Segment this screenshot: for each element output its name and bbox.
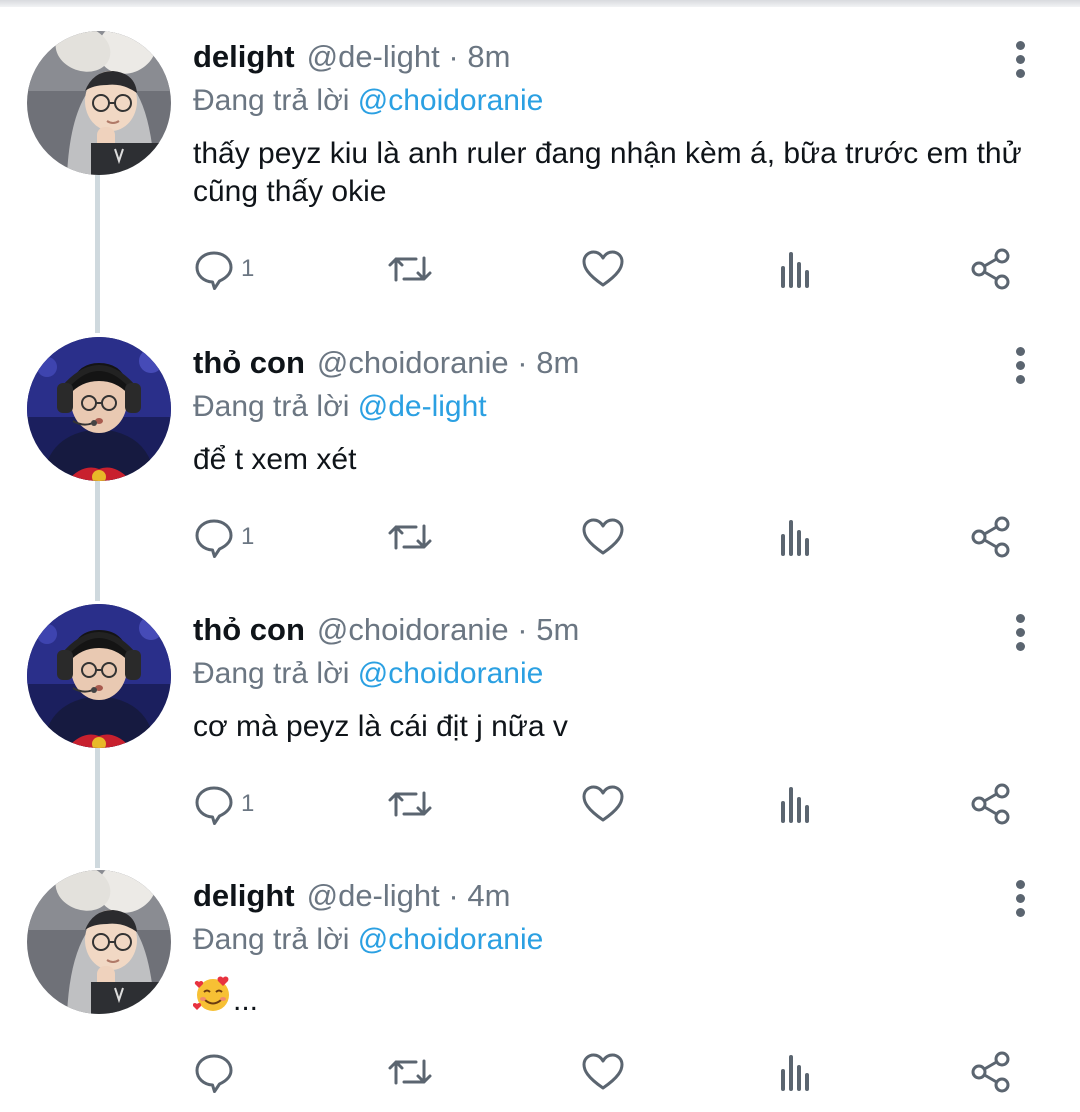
share-button[interactable] (969, 515, 1013, 559)
avatar[interactable] (27, 870, 171, 1014)
more-vertical-icon[interactable] (1010, 347, 1034, 384)
replying-handle[interactable]: @choidoranie (358, 657, 544, 690)
display-name[interactable]: thỏ con (193, 612, 305, 647)
like-button[interactable] (581, 1050, 625, 1094)
tweet-header: delight @de-light · 4m (193, 876, 510, 916)
retweet-icon (388, 524, 432, 550)
avatar-delight-image (27, 870, 171, 1014)
reply-count: 1 (241, 523, 255, 550)
reply-button[interactable]: 1 (193, 247, 254, 291)
analytics-button[interactable] (777, 247, 817, 291)
share-button[interactable] (969, 247, 1013, 291)
like-button[interactable] (581, 515, 625, 559)
display-name[interactable]: delight (193, 878, 295, 913)
tweet-time[interactable]: 4m (467, 878, 510, 913)
share-button[interactable] (969, 1050, 1013, 1094)
tweet-header: thỏ con @choidoranie · 8m (193, 343, 579, 383)
analytics-icon (781, 520, 809, 556)
heart-icon (582, 1053, 624, 1090)
reply-icon (195, 1054, 233, 1093)
share-icon (971, 516, 1010, 558)
retweet-button[interactable] (385, 515, 435, 559)
share-icon (971, 1051, 1010, 1093)
tweet-actions: 1 (0, 515, 1080, 559)
retweet-icon (388, 256, 432, 282)
tweet-time[interactable]: 8m (536, 345, 579, 380)
tweet-meta: @de-light · 8m (306, 39, 511, 74)
reply-button[interactable]: 1 (193, 782, 254, 826)
replying-label: Đang trả lời (193, 84, 350, 117)
tweet-actions: 1 (0, 782, 1080, 826)
tweet-text: thấy peyz kiu là anh ruler đang nhận kèm… (193, 137, 1022, 208)
retweet-button[interactable] (385, 247, 435, 291)
avatar-thocon-image (27, 337, 171, 481)
reply-icon (195, 519, 233, 558)
replying-to: Đang trả lời @de-light (193, 387, 487, 427)
heart-icon (582, 785, 624, 822)
reply-icon (195, 251, 233, 290)
user-handle[interactable]: @choidoranie (317, 345, 509, 380)
tweet-time[interactable]: 8m (467, 39, 510, 74)
display-name[interactable]: thỏ con (193, 345, 305, 380)
reply-button[interactable]: 1 (193, 515, 254, 559)
avatar[interactable] (27, 31, 171, 175)
tweet-meta: @choidoranie · 8m (316, 345, 580, 380)
avatar[interactable] (27, 337, 171, 481)
tweet-actions: 1 (0, 247, 1080, 291)
replying-to: Đang trả lời @choidoranie (193, 920, 543, 960)
tweet-header: delight @de-light · 8m (193, 37, 510, 77)
tweet-text: ... (192, 974, 1043, 1024)
retweet-button[interactable] (385, 1050, 435, 1094)
replying-label: Đang trả lời (193, 390, 350, 423)
heart-icon (582, 518, 624, 555)
tweet-meta: @choidoranie · 5m (316, 612, 580, 647)
share-button[interactable] (969, 782, 1013, 826)
user-handle[interactable]: @choidoranie (317, 612, 509, 647)
share-icon (971, 248, 1010, 290)
reply-count: 1 (241, 255, 255, 282)
analytics-icon (781, 787, 809, 823)
analytics-button[interactable] (777, 782, 817, 826)
avatar[interactable] (27, 604, 171, 748)
smiling-face-with-hearts-icon (192, 974, 233, 1024)
tweet-actions (0, 1050, 1080, 1094)
tweet-header: thỏ con @choidoranie · 5m (193, 610, 579, 650)
retweet-icon (388, 1059, 432, 1085)
analytics-icon (781, 1055, 809, 1091)
replying-handle[interactable]: @de-light (358, 390, 487, 423)
avatar-delight-image (27, 31, 171, 175)
analytics-button[interactable] (777, 515, 817, 559)
replying-label: Đang trả lời (193, 657, 350, 690)
top-divider (0, 0, 1080, 7)
more-vertical-icon[interactable] (1010, 880, 1034, 917)
analytics-icon (781, 252, 809, 288)
user-handle[interactable]: @de-light (307, 878, 440, 913)
reply-count: 1 (241, 790, 255, 817)
replying-label: Đang trả lời (193, 923, 350, 956)
tweet-text-content: ... (233, 984, 259, 1017)
replying-handle[interactable]: @choidoranie (358, 923, 544, 956)
user-handle[interactable]: @de-light (307, 39, 440, 74)
retweet-button[interactable] (385, 782, 435, 826)
like-button[interactable] (581, 782, 625, 826)
replying-to: Đang trả lời @choidoranie (193, 81, 543, 121)
more-vertical-icon[interactable] (1010, 41, 1034, 78)
replying-to: Đang trả lời @choidoranie (193, 654, 543, 694)
display-name[interactable]: delight (193, 39, 295, 74)
tweet-meta: @de-light · 4m (306, 878, 511, 913)
share-icon (971, 783, 1010, 825)
tweet-time[interactable]: 5m (536, 612, 579, 647)
analytics-button[interactable] (777, 1050, 817, 1094)
retweet-icon (388, 791, 432, 817)
replying-handle[interactable]: @choidoranie (358, 84, 544, 117)
tweet-text: cơ mà peyz là cái địt j nữa v (193, 710, 568, 743)
like-button[interactable] (581, 247, 625, 291)
reply-button[interactable] (193, 1050, 241, 1094)
heart-icon (582, 250, 624, 287)
more-vertical-icon[interactable] (1010, 614, 1034, 651)
tweet-text: để t xem xét (193, 443, 357, 476)
avatar-thocon-image (27, 604, 171, 748)
reply-icon (195, 786, 233, 825)
